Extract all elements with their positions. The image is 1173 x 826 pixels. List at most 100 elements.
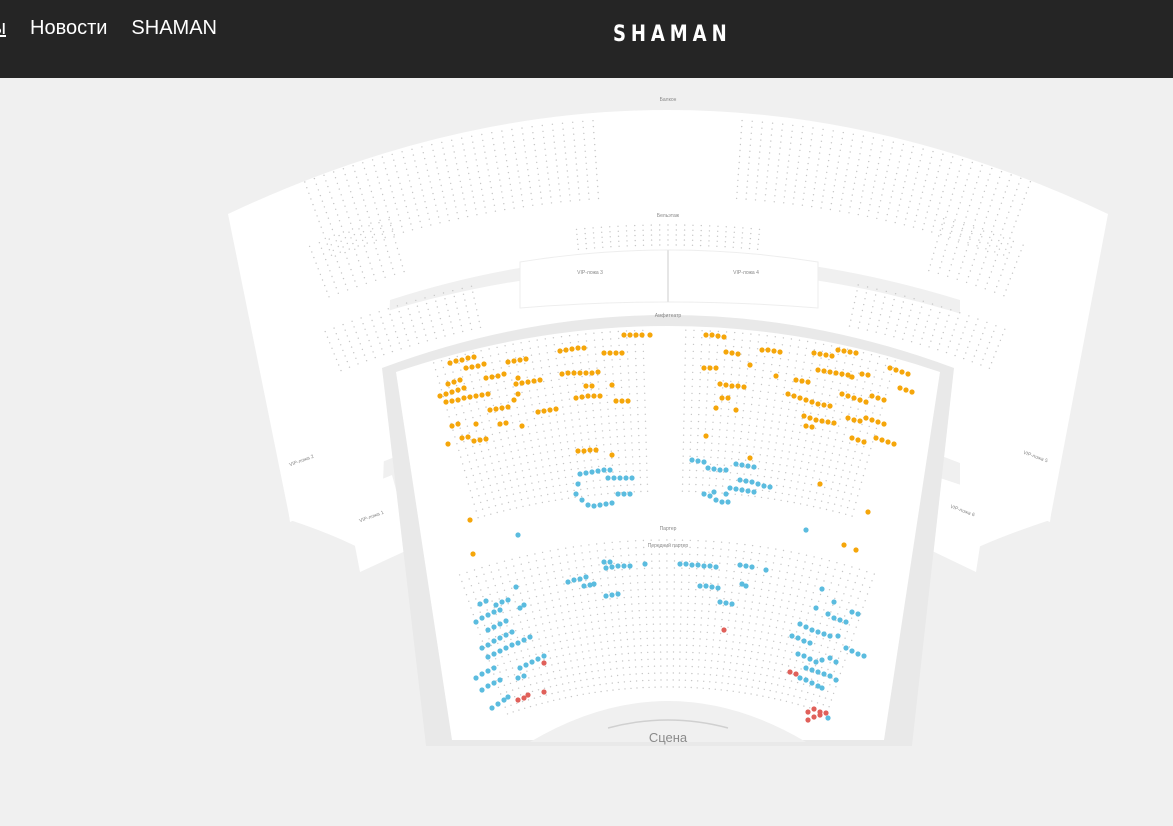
- available-seat[interactable]: [583, 574, 589, 580]
- available-seat[interactable]: [737, 562, 743, 568]
- available-seat[interactable]: [869, 417, 875, 423]
- available-seat[interactable]: [851, 417, 857, 423]
- available-seat[interactable]: [515, 675, 521, 681]
- available-seat[interactable]: [517, 665, 523, 671]
- available-seat[interactable]: [717, 467, 723, 473]
- available-seat[interactable]: [497, 607, 503, 613]
- available-seat[interactable]: [437, 393, 443, 399]
- available-seat[interactable]: [621, 491, 627, 497]
- available-seat[interactable]: [497, 621, 503, 627]
- available-seat[interactable]: [501, 371, 507, 377]
- available-seat[interactable]: [527, 634, 533, 640]
- available-seat[interactable]: [647, 332, 653, 338]
- available-seat[interactable]: [827, 403, 833, 409]
- available-seat[interactable]: [805, 379, 811, 385]
- available-seat[interactable]: [601, 350, 607, 356]
- available-seat[interactable]: [725, 499, 731, 505]
- available-seat[interactable]: [743, 478, 749, 484]
- available-seat[interactable]: [855, 651, 861, 657]
- available-seat[interactable]: [509, 642, 515, 648]
- available-seat[interactable]: [905, 371, 911, 377]
- available-seat[interactable]: [773, 373, 779, 379]
- available-seat[interactable]: [623, 475, 629, 481]
- available-seat[interactable]: [581, 345, 587, 351]
- available-seat[interactable]: [863, 399, 869, 405]
- available-seat[interactable]: [569, 346, 575, 352]
- available-seat[interactable]: [823, 352, 829, 358]
- available-seat[interactable]: [585, 502, 591, 508]
- available-seat[interactable]: [837, 617, 843, 623]
- available-seat[interactable]: [485, 391, 491, 397]
- available-seat[interactable]: [479, 645, 485, 651]
- available-seat[interactable]: [745, 463, 751, 469]
- available-seat[interactable]: [489, 374, 495, 380]
- available-seat[interactable]: [707, 493, 713, 499]
- available-seat[interactable]: [843, 619, 849, 625]
- available-seat[interactable]: [505, 597, 511, 603]
- available-seat[interactable]: [809, 667, 815, 673]
- available-seat[interactable]: [607, 350, 613, 356]
- available-seat[interactable]: [473, 619, 479, 625]
- available-seat[interactable]: [747, 362, 753, 368]
- available-seat[interactable]: [553, 406, 559, 412]
- available-seat[interactable]: [447, 360, 453, 366]
- available-seat[interactable]: [603, 593, 609, 599]
- available-seat[interactable]: [713, 497, 719, 503]
- available-seat[interactable]: [849, 374, 855, 380]
- available-seat[interactable]: [817, 481, 823, 487]
- available-seat[interactable]: [765, 347, 771, 353]
- available-seat[interactable]: [525, 379, 531, 385]
- available-seat[interactable]: [845, 393, 851, 399]
- available-seat[interactable]: [827, 369, 833, 375]
- available-seat[interactable]: [875, 419, 881, 425]
- available-seat[interactable]: [589, 383, 595, 389]
- available-seat[interactable]: [603, 501, 609, 507]
- available-seat[interactable]: [683, 561, 689, 567]
- available-seat[interactable]: [827, 655, 833, 661]
- available-seat[interactable]: [621, 563, 627, 569]
- available-seat[interactable]: [499, 599, 505, 605]
- available-seat[interactable]: [801, 638, 807, 644]
- available-seat[interactable]: [475, 363, 481, 369]
- available-seat[interactable]: [745, 488, 751, 494]
- available-seat[interactable]: [443, 391, 449, 397]
- available-seat[interactable]: [857, 397, 863, 403]
- available-seat[interactable]: [763, 567, 769, 573]
- available-seat[interactable]: [511, 397, 517, 403]
- nav-link-shaman[interactable]: SHAMAN: [131, 17, 217, 40]
- available-seat[interactable]: [815, 669, 821, 675]
- available-seat[interactable]: [443, 399, 449, 405]
- available-seat[interactable]: [515, 391, 521, 397]
- available-seat[interactable]: [491, 624, 497, 630]
- available-seat[interactable]: [577, 576, 583, 582]
- nav-link-concerts[interactable]: Концерты: [0, 17, 6, 40]
- available-seat[interactable]: [789, 633, 795, 639]
- available-seat[interactable]: [485, 612, 491, 618]
- available-seat[interactable]: [473, 393, 479, 399]
- available-seat[interactable]: [541, 660, 547, 666]
- available-seat[interactable]: [495, 373, 501, 379]
- available-seat[interactable]: [593, 447, 599, 453]
- available-seat[interactable]: [815, 367, 821, 373]
- available-seat[interactable]: [597, 502, 603, 508]
- available-seat[interactable]: [713, 564, 719, 570]
- available-seat[interactable]: [703, 332, 709, 338]
- available-seat[interactable]: [515, 697, 521, 703]
- available-seat[interactable]: [479, 687, 485, 693]
- available-seat[interactable]: [519, 423, 525, 429]
- available-seat[interactable]: [591, 503, 597, 509]
- available-seat[interactable]: [467, 394, 473, 400]
- available-seat[interactable]: [525, 692, 531, 698]
- available-seat[interactable]: [503, 645, 509, 651]
- available-seat[interactable]: [559, 371, 565, 377]
- available-seat[interactable]: [583, 370, 589, 376]
- available-seat[interactable]: [733, 486, 739, 492]
- available-seat[interactable]: [465, 434, 471, 440]
- available-seat[interactable]: [577, 471, 583, 477]
- available-seat[interactable]: [817, 351, 823, 357]
- available-seat[interactable]: [759, 347, 765, 353]
- available-seat[interactable]: [881, 421, 887, 427]
- available-seat[interactable]: [541, 653, 547, 659]
- available-seat[interactable]: [451, 379, 457, 385]
- available-seat[interactable]: [819, 586, 825, 592]
